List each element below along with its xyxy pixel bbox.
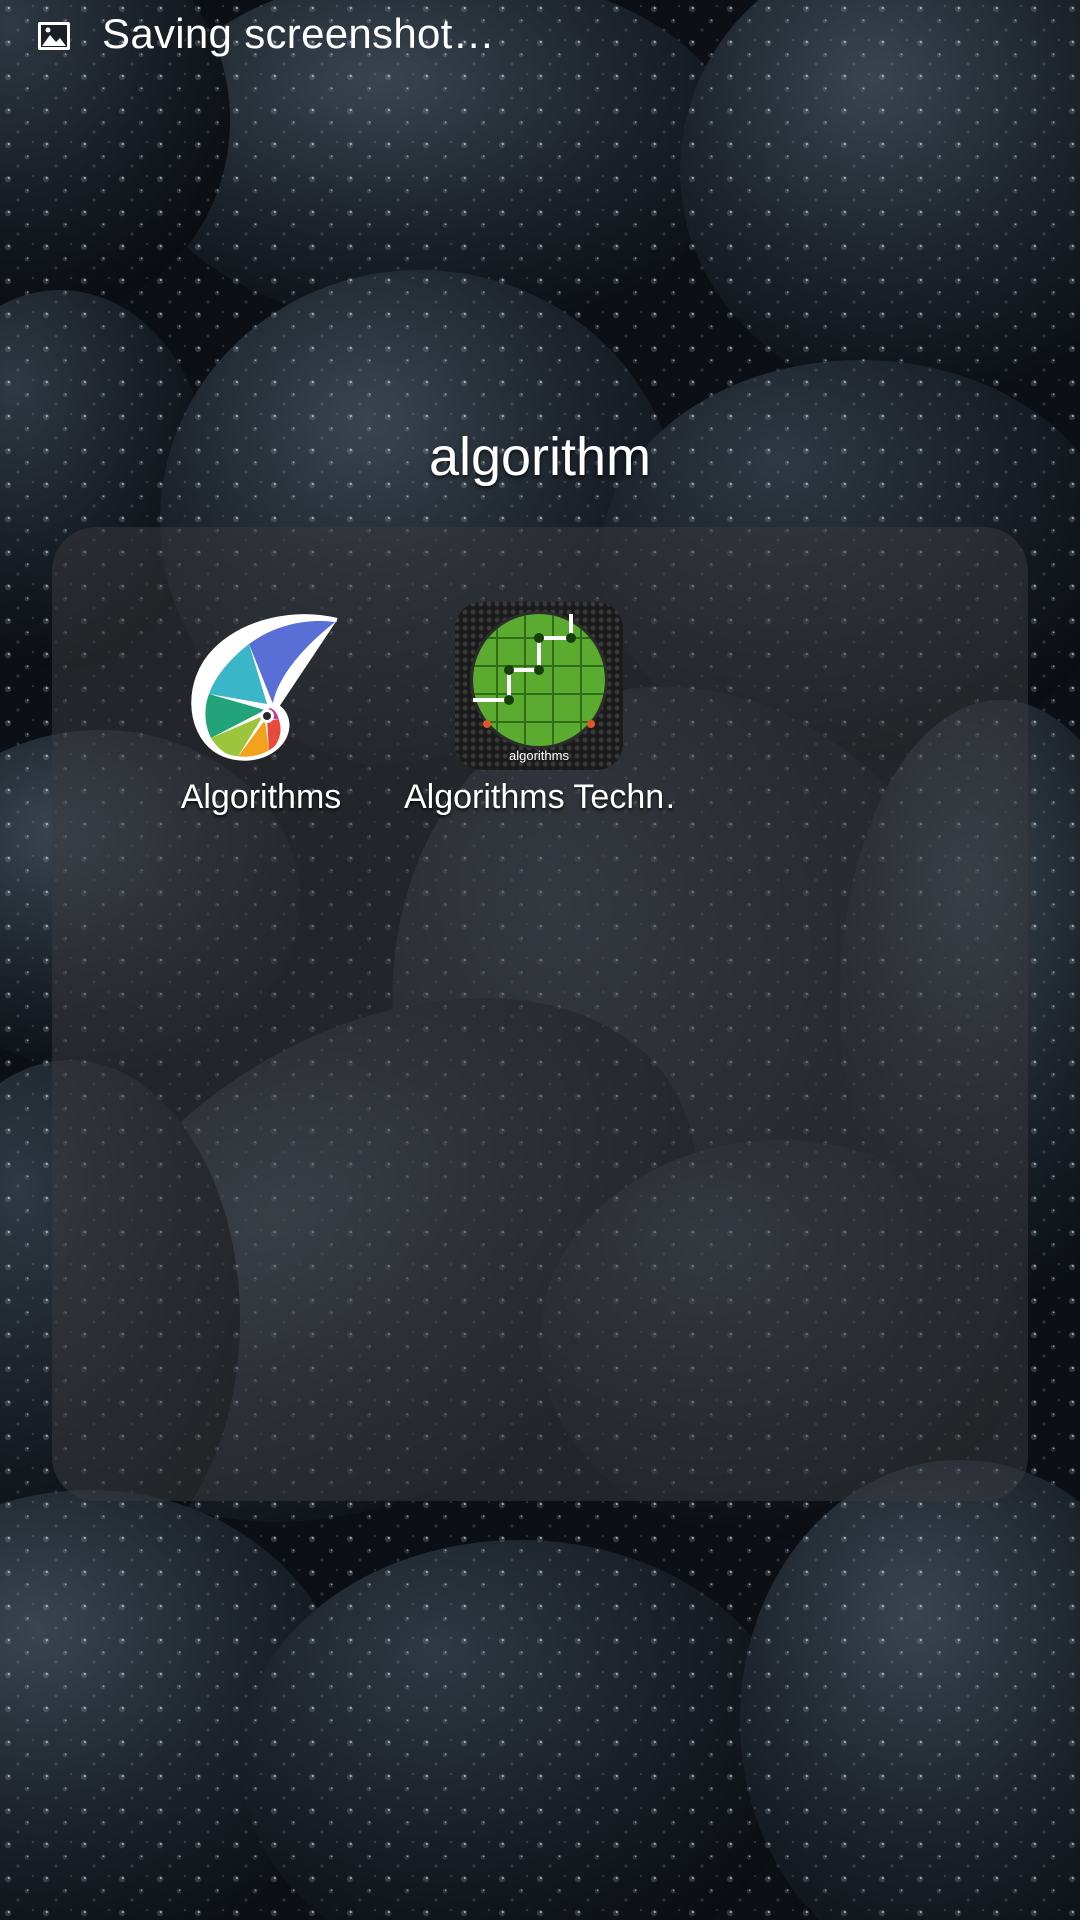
app-label: Algorithms Techn… bbox=[404, 778, 674, 816]
green-grid-path-icon: algorithms bbox=[455, 602, 623, 770]
spiral-shell-icon bbox=[191, 614, 338, 761]
home-screen: Saving screenshot… algorithm Algorithms bbox=[0, 0, 1080, 1920]
status-bar: Saving screenshot… bbox=[0, 0, 1080, 70]
icon-caption: algorithms bbox=[509, 748, 569, 763]
folder-panel: Algorithms algorithms Algorithms Techn… bbox=[52, 527, 1028, 1501]
app-algorithms[interactable]: Algorithms bbox=[126, 600, 396, 840]
image-icon bbox=[38, 22, 70, 50]
folder-title[interactable]: algorithm bbox=[0, 422, 1080, 492]
app-label: Algorithms bbox=[180, 778, 342, 816]
status-text: Saving screenshot… bbox=[102, 10, 495, 57]
app-algorithms-technique[interactable]: algorithms Algorithms Techn… bbox=[404, 600, 674, 840]
